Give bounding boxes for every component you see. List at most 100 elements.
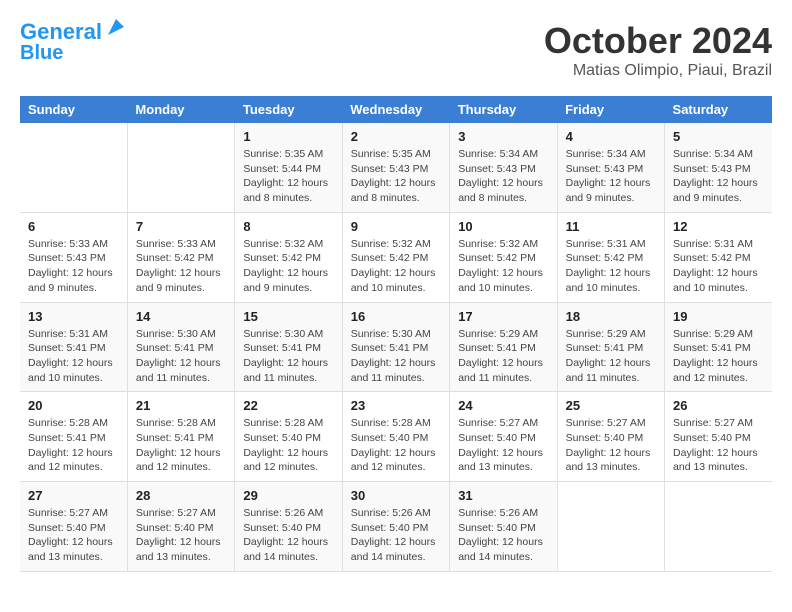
day-info: Sunrise: 5:32 AMSunset: 5:42 PMDaylight:… <box>351 237 441 296</box>
location-subtitle: Matias Olimpio, Piaui, Brazil <box>544 62 772 80</box>
calendar-cell: 24 Sunrise: 5:27 AMSunset: 5:40 PMDayligh… <box>450 392 557 482</box>
day-number: 20 <box>28 398 119 413</box>
day-info: Sunrise: 5:26 AMSunset: 5:40 PMDaylight:… <box>458 506 548 565</box>
day-number: 5 <box>673 129 764 144</box>
day-info: Sunrise: 5:29 AMSunset: 5:41 PMDaylight:… <box>673 327 764 386</box>
calendar-cell: 14Sunrise: 5:30 AMSunset: 5:41 PMDayligh… <box>127 302 234 392</box>
calendar-cell: 25 Sunrise: 5:27 AMSunset: 5:40 PMDayligh… <box>557 392 664 482</box>
day-header-thursday: Thursday <box>450 96 557 123</box>
calendar-cell: 30 Sunrise: 5:26 AMSunset: 5:40 PMDayligh… <box>342 482 449 572</box>
day-info: Sunrise: 5:29 AMSunset: 5:41 PMDaylight:… <box>458 327 548 386</box>
day-number: 4 <box>566 129 656 144</box>
week-row-1: 1 Sunrise: 5:35 AMSunset: 5:44 PMDaylight… <box>20 123 772 212</box>
day-info: Sunrise: 5:27 AMSunset: 5:40 PMDaylight:… <box>673 416 764 475</box>
day-number: 6 <box>28 219 119 234</box>
calendar-cell: 8 Sunrise: 5:32 AMSunset: 5:42 PMDaylight… <box>235 212 342 302</box>
day-number: 11 <box>566 219 656 234</box>
calendar-cell: 17 Sunrise: 5:29 AMSunset: 5:41 PMDayligh… <box>450 302 557 392</box>
day-info: Sunrise: 5:33 AMSunset: 5:42 PMDaylight:… <box>136 237 226 296</box>
day-number: 16 <box>351 309 441 324</box>
day-header-monday: Monday <box>127 96 234 123</box>
day-number: 30 <box>351 488 441 503</box>
calendar-cell: 5 Sunrise: 5:34 AMSunset: 5:43 PMDaylight… <box>665 123 772 212</box>
day-header-friday: Friday <box>557 96 664 123</box>
week-row-5: 27 Sunrise: 5:27 AMSunset: 5:40 PMDayligh… <box>20 482 772 572</box>
day-info: Sunrise: 5:35 AMSunset: 5:44 PMDaylight:… <box>243 147 333 206</box>
calendar-header-row: SundayMondayTuesdayWednesdayThursdayFrid… <box>20 96 772 123</box>
calendar-cell: 7Sunrise: 5:33 AMSunset: 5:42 PMDaylight… <box>127 212 234 302</box>
logo: General Blue <box>20 20 126 64</box>
week-row-3: 13Sunrise: 5:31 AMSunset: 5:41 PMDayligh… <box>20 302 772 392</box>
day-number: 22 <box>243 398 333 413</box>
day-number: 28 <box>136 488 226 503</box>
day-number: 25 <box>566 398 656 413</box>
calendar-cell: 6Sunrise: 5:33 AMSunset: 5:43 PMDaylight… <box>20 212 127 302</box>
day-header-saturday: Saturday <box>665 96 772 123</box>
calendar-cell: 2Sunrise: 5:35 AMSunset: 5:43 PMDaylight… <box>342 123 449 212</box>
calendar-cell: 11 Sunrise: 5:31 AMSunset: 5:42 PMDayligh… <box>557 212 664 302</box>
day-info: Sunrise: 5:28 AMSunset: 5:41 PMDaylight:… <box>28 416 119 475</box>
day-info: Sunrise: 5:30 AMSunset: 5:41 PMDaylight:… <box>351 327 441 386</box>
day-header-sunday: Sunday <box>20 96 127 123</box>
calendar-cell: 20 Sunrise: 5:28 AMSunset: 5:41 PMDayligh… <box>20 392 127 482</box>
calendar-cell: 18Sunrise: 5:29 AMSunset: 5:41 PMDayligh… <box>557 302 664 392</box>
week-row-2: 6Sunrise: 5:33 AMSunset: 5:43 PMDaylight… <box>20 212 772 302</box>
day-number: 8 <box>243 219 333 234</box>
calendar-cell: 22Sunrise: 5:28 AMSunset: 5:40 PMDayligh… <box>235 392 342 482</box>
day-number: 27 <box>28 488 119 503</box>
calendar-cell: 13Sunrise: 5:31 AMSunset: 5:41 PMDayligh… <box>20 302 127 392</box>
week-row-4: 20 Sunrise: 5:28 AMSunset: 5:41 PMDayligh… <box>20 392 772 482</box>
day-number: 15 <box>243 309 333 324</box>
calendar-cell: 21 Sunrise: 5:28 AMSunset: 5:41 PMDayligh… <box>127 392 234 482</box>
calendar-cell: 16 Sunrise: 5:30 AMSunset: 5:41 PMDayligh… <box>342 302 449 392</box>
day-info: Sunrise: 5:28 AMSunset: 5:40 PMDaylight:… <box>351 416 441 475</box>
day-number: 19 <box>673 309 764 324</box>
day-info: Sunrise: 5:31 AMSunset: 5:41 PMDaylight:… <box>28 327 119 386</box>
day-number: 31 <box>458 488 548 503</box>
title-block: October 2024 Matias Olimpio, Piaui, Braz… <box>544 20 772 80</box>
day-number: 2 <box>351 129 441 144</box>
calendar-cell: 23 Sunrise: 5:28 AMSunset: 5:40 PMDayligh… <box>342 392 449 482</box>
calendar-cell: 29Sunrise: 5:26 AMSunset: 5:40 PMDayligh… <box>235 482 342 572</box>
day-number: 10 <box>458 219 548 234</box>
calendar-cell <box>557 482 664 572</box>
day-info: Sunrise: 5:27 AMSunset: 5:40 PMDaylight:… <box>458 416 548 475</box>
calendar-cell: 4Sunrise: 5:34 AMSunset: 5:43 PMDaylight… <box>557 123 664 212</box>
day-info: Sunrise: 5:32 AMSunset: 5:42 PMDaylight:… <box>243 237 333 296</box>
day-number: 26 <box>673 398 764 413</box>
day-info: Sunrise: 5:30 AMSunset: 5:41 PMDaylight:… <box>136 327 226 386</box>
logo-text-general: General <box>20 20 102 44</box>
day-header-tuesday: Tuesday <box>235 96 342 123</box>
day-header-wednesday: Wednesday <box>342 96 449 123</box>
calendar-cell: 19 Sunrise: 5:29 AMSunset: 5:41 PMDayligh… <box>665 302 772 392</box>
calendar-cell: 31 Sunrise: 5:26 AMSunset: 5:40 PMDayligh… <box>450 482 557 572</box>
logo-bird-icon <box>104 17 126 39</box>
logo-text-blue: Blue <box>20 42 126 64</box>
day-info: Sunrise: 5:26 AMSunset: 5:40 PMDaylight:… <box>351 506 441 565</box>
day-number: 18 <box>566 309 656 324</box>
calendar-cell <box>127 123 234 212</box>
day-info: Sunrise: 5:31 AMSunset: 5:42 PMDaylight:… <box>566 237 656 296</box>
day-number: 1 <box>243 129 333 144</box>
calendar-cell: 28Sunrise: 5:27 AMSunset: 5:40 PMDayligh… <box>127 482 234 572</box>
calendar-cell: 3 Sunrise: 5:34 AMSunset: 5:43 PMDaylight… <box>450 123 557 212</box>
day-number: 24 <box>458 398 548 413</box>
calendar-cell: 12Sunrise: 5:31 AMSunset: 5:42 PMDayligh… <box>665 212 772 302</box>
day-info: Sunrise: 5:28 AMSunset: 5:41 PMDaylight:… <box>136 416 226 475</box>
day-info: Sunrise: 5:27 AMSunset: 5:40 PMDaylight:… <box>28 506 119 565</box>
day-number: 12 <box>673 219 764 234</box>
calendar-cell: 9Sunrise: 5:32 AMSunset: 5:42 PMDaylight… <box>342 212 449 302</box>
day-number: 3 <box>458 129 548 144</box>
day-info: Sunrise: 5:34 AMSunset: 5:43 PMDaylight:… <box>673 147 764 206</box>
day-info: Sunrise: 5:27 AMSunset: 5:40 PMDaylight:… <box>566 416 656 475</box>
calendar-cell: 26 Sunrise: 5:27 AMSunset: 5:40 PMDayligh… <box>665 392 772 482</box>
day-info: Sunrise: 5:30 AMSunset: 5:41 PMDaylight:… <box>243 327 333 386</box>
day-number: 17 <box>458 309 548 324</box>
calendar-cell: 15 Sunrise: 5:30 AMSunset: 5:41 PMDayligh… <box>235 302 342 392</box>
day-number: 23 <box>351 398 441 413</box>
day-number: 21 <box>136 398 226 413</box>
month-title: October 2024 <box>544 20 772 62</box>
day-info: Sunrise: 5:34 AMSunset: 5:43 PMDaylight:… <box>458 147 548 206</box>
calendar-cell <box>20 123 127 212</box>
calendar-table: SundayMondayTuesdayWednesdayThursdayFrid… <box>20 96 772 572</box>
